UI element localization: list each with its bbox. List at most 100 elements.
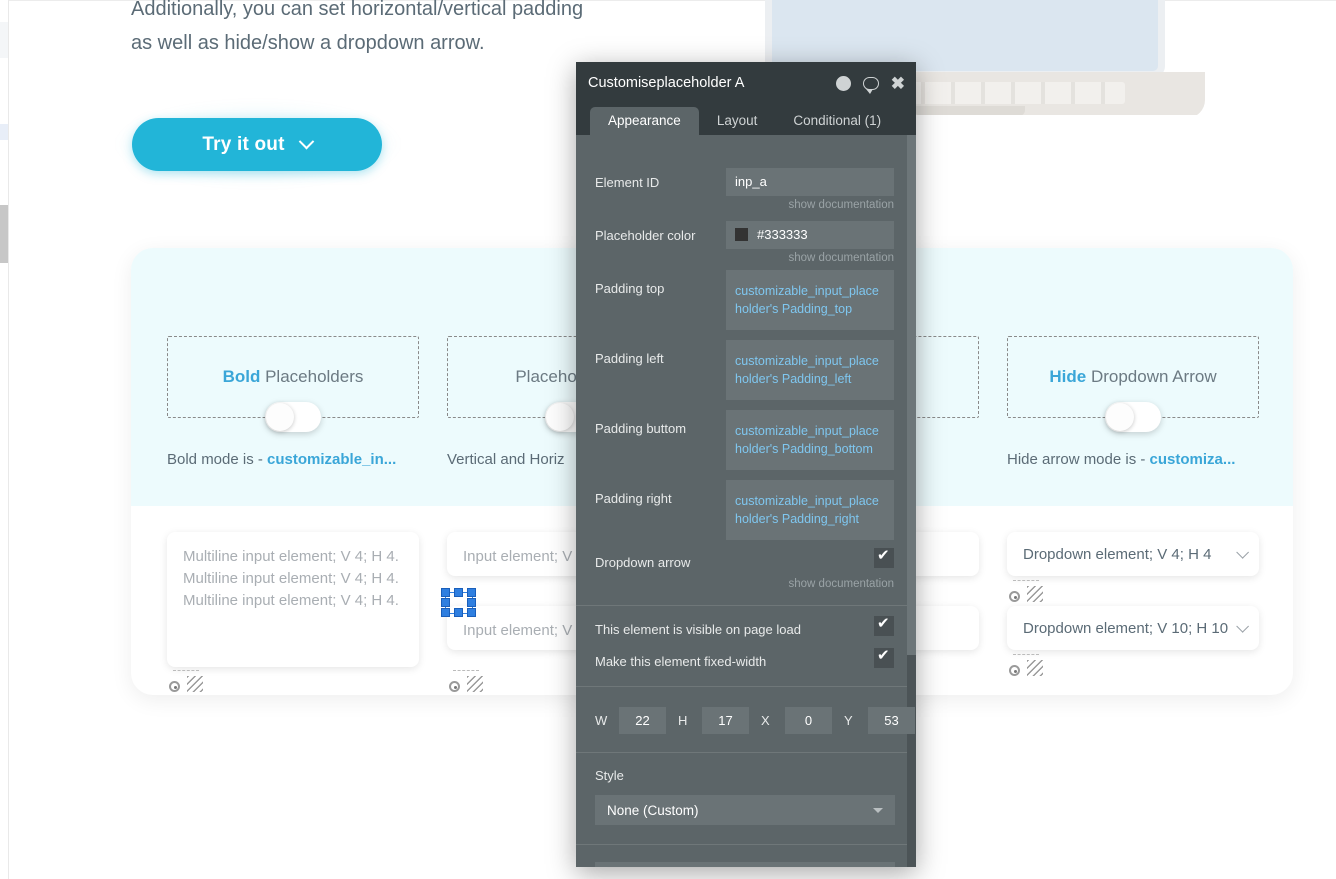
laptop-trackpad [915,106,1025,115]
info-icon[interactable]: i [836,76,851,91]
element-badge [1007,654,1049,680]
gear-icon [1009,591,1020,602]
tab-conditional[interactable]: Conditional (1) [775,107,899,135]
intro-line-2: as well as hide/show a dropdown arrow. [131,26,601,60]
page-scrollbar-thumb[interactable] [0,205,8,263]
close-icon[interactable]: ✖ [891,76,905,91]
left-rail [0,0,9,879]
handle-sw[interactable] [441,608,450,617]
padding-bottom-expression[interactable]: customizable_input_placeholder's Padding… [726,410,894,470]
geometry-value-x[interactable]: 0 [785,707,832,734]
dropdown-element-a[interactable]: Dropdown element; V 4; H 4 [1007,532,1259,576]
intro-text: Additionally, you can set horizontal/ver… [131,0,601,60]
modal-scrollbar-thumb[interactable] [907,135,916,655]
intro-line-1: Additionally, you can set horizontal/ver… [131,0,601,26]
resize-icon [1027,586,1043,602]
caption-prefix: Bold mode is - [167,451,267,468]
caption-link[interactable]: customizable_in... [267,451,396,468]
color-value: #333333 [757,227,808,242]
element-badge [1007,580,1049,606]
tab-layout[interactable]: Layout [699,107,776,135]
transition-select[interactable]: Select a property to define a new transi… [595,862,895,867]
label-padding-right: Padding right [595,491,672,506]
modal-header-actions: i ✖ [836,62,905,104]
tab-appearance[interactable]: Appearance [590,107,699,135]
feature-title-accent: Bold [223,367,261,386]
label-fixed-width: Make this element fixed-width [595,654,766,669]
divider [576,605,907,606]
chevron-down-icon [873,808,883,813]
checkbox-visible-on-page-load[interactable] [874,616,894,636]
caption-prefix: Hide arrow mode is - [1007,451,1150,468]
geometry-value-h[interactable]: 17 [702,707,749,734]
label-placeholder-color: Placeholder color [595,228,695,243]
padding-top-expression[interactable]: customizable_input_placeholder's Padding… [726,270,894,330]
docs-link-dropdown-arrow[interactable]: show documentation [789,578,894,590]
resize-icon [1027,660,1043,676]
handle-nw[interactable] [441,588,450,597]
toggle-knob [546,403,574,431]
dropdown-b-value: Dropdown element; V 10; H 10 [1023,620,1228,637]
dropdown-element-b[interactable]: Dropdown element; V 10; H 10 [1007,606,1259,650]
rail-segment [0,22,8,40]
element-id-input[interactable]: inp_a [726,168,894,196]
caption-prefix: Vertical and Horiz [447,451,565,468]
docs-link-placeholder-color[interactable]: show documentation [789,252,894,264]
handle-w[interactable] [441,598,450,607]
property-editor-modal: Customiseplaceholder A i ✖ Appearance La… [576,62,916,867]
resize-icon [187,676,203,692]
resize-icon [467,676,483,692]
toggle-hide-arrow-mode[interactable] [1105,402,1161,432]
style-select[interactable]: None (Custom) [595,795,895,825]
label-style: Style [595,768,624,783]
padding-left-expression[interactable]: customizable_input_placeholder's Padding… [726,340,894,400]
label-visible-on-page-load: This element is visible on page load [595,622,801,637]
gear-icon [449,681,460,692]
cta-label: Try it out [202,134,284,156]
modal-header: Customiseplaceholder A i ✖ [576,62,916,104]
modal-title: Customiseplaceholder A [588,75,744,91]
handle-s[interactable] [454,608,463,617]
handle-n[interactable] [454,588,463,597]
screen-root: Aa Additionally, you can set horizontal/… [0,0,1336,879]
comment-icon[interactable] [863,77,879,90]
toggle-bold-mode[interactable] [265,402,321,432]
geometry-value-y[interactable]: 53 [868,707,915,734]
label-padding-top: Padding top [595,281,664,296]
rail-segment [0,124,8,140]
padding-right-expression[interactable]: customizable_input_placeholder's Padding… [726,480,894,540]
checkbox-fixed-width[interactable] [874,648,894,668]
color-swatch[interactable] [735,228,748,241]
badge-dash [1013,654,1039,659]
divider [576,686,907,687]
badge-dash [1013,580,1039,585]
feature-hide-dropdown-arrow: Hide Dropdown Arrow Hide arrow mode is -… [1007,336,1259,468]
badge-dash [453,670,479,675]
feature-caption: Hide arrow mode is - customiza... [1007,451,1259,468]
feature-title-rest: Dropdown Arrow [1086,367,1216,386]
handle-se[interactable] [467,608,476,617]
try-it-out-button[interactable]: Try it out [132,118,382,171]
checkbox-dropdown-arrow[interactable] [874,548,894,568]
selection-handles[interactable] [441,588,477,618]
modal-tabs: Appearance Layout Conditional (1) [576,104,916,135]
element-badge [447,670,489,696]
label-element-id: Element ID [595,175,659,190]
toggle-knob [1106,403,1134,431]
label-dropdown-arrow: Dropdown arrow [595,555,690,570]
caption-link[interactable]: customiza... [1150,451,1236,468]
divider [576,752,907,753]
modal-body: Element ID inp_a show documentation Plac… [576,135,916,867]
multiline-input[interactable]: Multiline input element; V 4; H 4. Multi… [167,532,419,667]
geometry-key-y: Y [844,713,868,728]
docs-link-element-id[interactable]: show documentation [789,199,894,211]
placeholder-color-input[interactable]: #333333 [726,221,894,249]
feature-title-rest: Placeholders [260,367,363,386]
label-padding-bottom: Padding buttom [595,421,686,436]
handle-ne[interactable] [467,588,476,597]
modal-scrollbar[interactable] [907,135,916,867]
handle-e[interactable] [467,598,476,607]
badge-dash [173,670,199,675]
geometry-value-w[interactable]: 22 [619,707,666,734]
feature-box: Bold Placeholders [167,336,419,418]
